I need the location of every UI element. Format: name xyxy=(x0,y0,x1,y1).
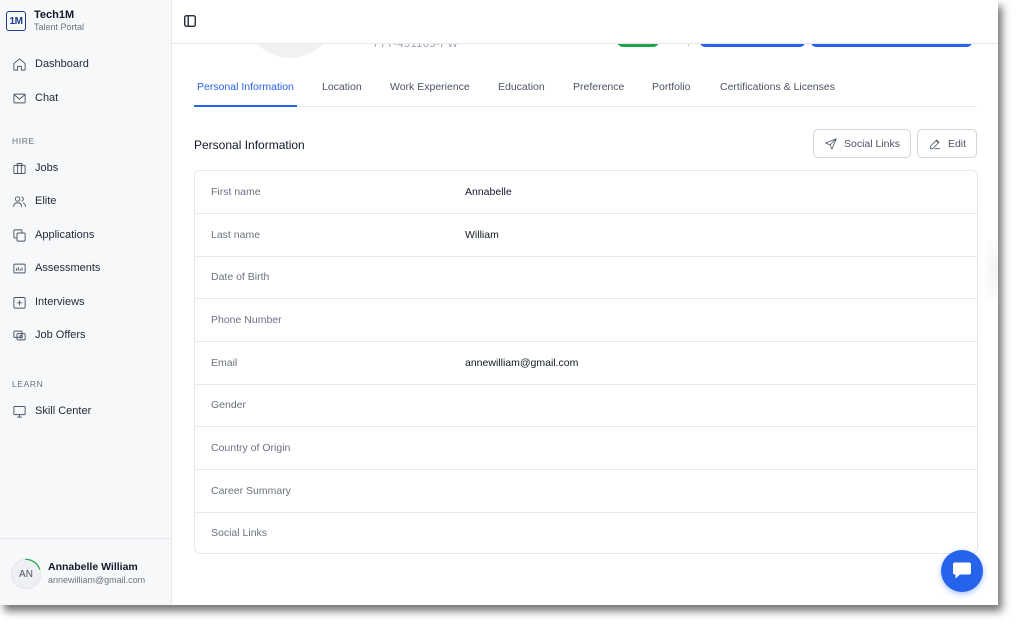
home-icon xyxy=(13,57,26,71)
table-row: Last name William xyxy=(195,214,977,257)
sidebar-item-jobs[interactable]: Jobs xyxy=(12,158,58,178)
table-row: First name Annabelle xyxy=(195,171,977,214)
table-row: Phone Number xyxy=(195,299,977,342)
tab-education[interactable]: Education xyxy=(498,81,545,93)
sidebar-item-label: Elite xyxy=(35,195,57,207)
field-label: First name xyxy=(211,186,261,198)
sidebar-item-dashboard[interactable]: Dashboard xyxy=(12,54,89,74)
user-name: Annabelle William xyxy=(48,561,138,573)
user-profile-card[interactable]: AN Annabelle William annewilliam@gmail.c… xyxy=(0,538,172,605)
app-window: 1M Tech1M Talent Portal Dashboard Chat H… xyxy=(0,0,998,605)
tab-certifications-licenses[interactable]: Certifications & Licenses xyxy=(720,81,835,93)
sidebar-item-label: Applications xyxy=(35,229,95,241)
sidebar-item-label: Job Offers xyxy=(35,329,86,341)
monitor-icon xyxy=(13,405,26,418)
calendar-plus-icon xyxy=(13,296,26,309)
brand-subtitle: Talent Portal xyxy=(34,22,85,32)
send-icon xyxy=(825,137,837,150)
top-bar xyxy=(172,0,998,44)
sidebar-item-label: Interviews xyxy=(35,296,85,308)
section-label-hire: HIRE xyxy=(12,136,35,146)
chat-bubble-icon xyxy=(953,562,971,579)
chart-icon xyxy=(13,263,26,273)
tab-portfolio[interactable]: Portfolio xyxy=(652,81,691,93)
panel-left-icon[interactable] xyxy=(184,15,196,27)
sidebar-item-chat[interactable]: Chat xyxy=(12,88,58,108)
tab-location[interactable]: Location xyxy=(322,81,362,93)
brand-logo: 1M xyxy=(6,11,26,31)
users-icon xyxy=(13,195,26,207)
table-row: Email annewilliam@gmail.com xyxy=(195,342,977,385)
social-links-button-label: Social Links xyxy=(843,137,901,150)
table-row: Career Summary xyxy=(195,470,977,513)
field-value: annewilliam@gmail.com xyxy=(465,357,579,369)
field-value: William xyxy=(465,229,499,241)
field-label: Social Links xyxy=(211,527,268,539)
sidebar-item-label: Chat xyxy=(35,92,59,104)
sidebar-item-label: Dashboard xyxy=(35,58,89,70)
sidebar-item-skill-center[interactable]: Skill Center xyxy=(12,401,91,421)
user-email: annewilliam@gmail.com xyxy=(48,575,146,585)
sidebar-item-interviews[interactable]: Interviews xyxy=(12,292,85,312)
field-value: Annabelle xyxy=(465,186,512,198)
sidebar-item-label: Jobs xyxy=(35,162,59,174)
section-title: Personal Information xyxy=(194,138,305,152)
offer-icon xyxy=(13,330,26,340)
personal-info-table: First name Annabelle Last name William D… xyxy=(194,170,978,554)
field-label: Date of Birth xyxy=(211,271,270,283)
sidebar-item-applications[interactable]: Applications xyxy=(12,225,94,245)
mail-icon xyxy=(13,93,26,103)
edit-button-label: Edit xyxy=(947,137,967,150)
sidebar-item-elite[interactable]: Elite xyxy=(12,191,56,211)
copy-icon xyxy=(13,228,26,242)
field-label: Gender xyxy=(211,399,247,411)
active-tab-indicator xyxy=(194,105,297,107)
sidebar-item-label: Skill Center xyxy=(35,405,92,417)
tab-personal-information[interactable]: Personal Information xyxy=(197,81,294,93)
brand[interactable]: 1M Tech1M Talent Portal xyxy=(6,9,84,33)
table-row: Country of Origin xyxy=(195,427,977,470)
avatar: AN xyxy=(12,560,40,588)
social-links-button[interactable]: Social Links xyxy=(813,129,911,158)
sidebar: 1M Tech1M Talent Portal Dashboard Chat H… xyxy=(0,0,172,605)
field-label: Last name xyxy=(211,229,261,241)
table-row: Social Links xyxy=(195,512,977,553)
brand-name: Tech1M xyxy=(34,9,75,21)
sidebar-item-label: Assessments xyxy=(35,262,101,274)
field-label: Phone Number xyxy=(211,314,282,326)
section-label-learn: LEARN xyxy=(12,379,44,389)
table-row: Date of Birth xyxy=(195,256,977,299)
sidebar-item-assessments[interactable]: Assessments xyxy=(12,258,100,278)
tab-work-experience[interactable]: Work Experience xyxy=(390,81,470,93)
field-label: Email xyxy=(211,357,238,369)
tab-preference[interactable]: Preference xyxy=(573,81,624,93)
field-label: Country of Origin xyxy=(211,442,291,454)
edit-button[interactable]: Edit xyxy=(917,129,977,158)
table-row: Gender xyxy=(195,384,977,427)
sidebar-item-job-offers[interactable]: Job Offers xyxy=(12,325,86,345)
briefcase-icon xyxy=(13,162,26,174)
field-label: Career Summary xyxy=(211,485,291,497)
pencil-icon xyxy=(929,139,941,149)
profile-tabs: Personal Information Location Work Exper… xyxy=(194,78,977,107)
edge-shadow xyxy=(985,240,998,300)
chat-fab-button[interactable] xyxy=(941,550,983,592)
